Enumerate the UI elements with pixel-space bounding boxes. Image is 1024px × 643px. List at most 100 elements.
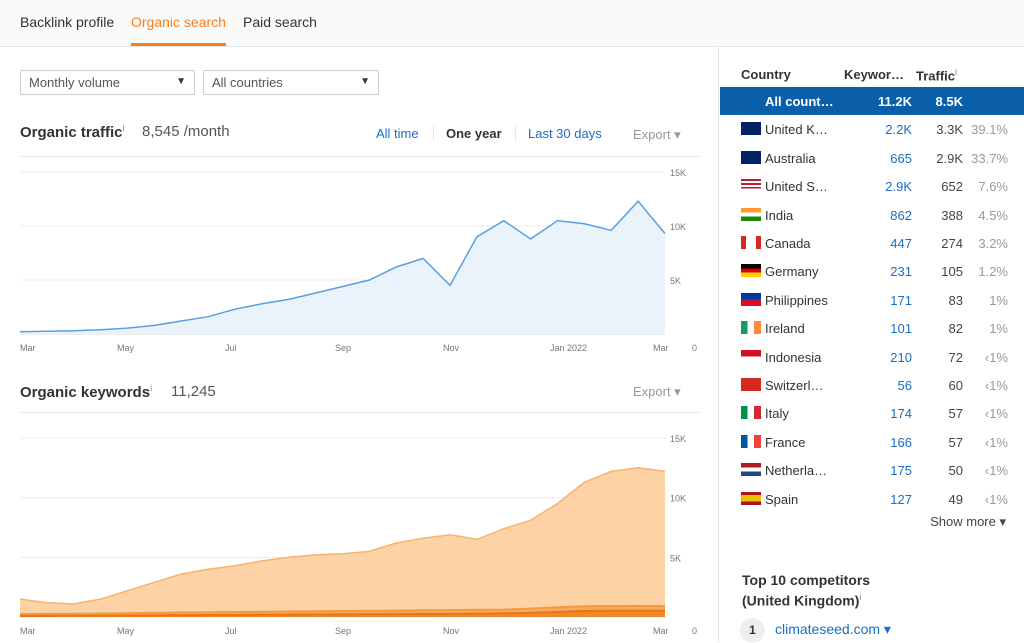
chevron-down-icon: ▼ bbox=[176, 76, 186, 87]
country-name: Ireland bbox=[765, 321, 805, 337]
info-icon[interactable]: i bbox=[150, 383, 152, 393]
country-select-value: All countries bbox=[212, 75, 283, 90]
country-keywords[interactable]: 127 bbox=[890, 492, 912, 507]
x-tick-label: Nov bbox=[443, 626, 460, 636]
country-traffic: 388 bbox=[941, 207, 963, 223]
x-tick-label: Mar bbox=[653, 626, 669, 636]
flag-es-icon bbox=[741, 491, 761, 505]
country-row[interactable]: Italy 174 57 ‹1% bbox=[720, 399, 1024, 427]
y-tick-label: 0 bbox=[692, 343, 697, 353]
col-traffic-label: Traffic bbox=[916, 68, 956, 84]
country-row[interactable]: Germany 231 105 1.2% bbox=[720, 257, 1024, 285]
x-tick-label: Sep bbox=[335, 626, 351, 636]
country-traffic-share: ‹1% bbox=[984, 349, 1008, 365]
country-keywords[interactable]: 862 bbox=[890, 208, 912, 223]
range-all-time[interactable]: All time bbox=[376, 126, 419, 141]
col-keywords[interactable]: Keywor… bbox=[844, 67, 904, 82]
flag-ca-icon bbox=[741, 236, 761, 249]
country-row[interactable]: Switzerl… 56 60 ‹1% bbox=[720, 371, 1024, 399]
show-more-button[interactable]: Show more ▾ bbox=[930, 514, 1006, 530]
country-name: India bbox=[765, 207, 794, 223]
country-name: Netherla… bbox=[765, 463, 828, 479]
country-traffic: 2.9K bbox=[936, 150, 963, 166]
country-row[interactable]: United K… 2.2K 3.3K 39.1% bbox=[720, 115, 1024, 143]
range-one-year[interactable]: One year bbox=[446, 126, 502, 141]
chevron-down-icon: ▼ bbox=[360, 76, 370, 87]
country-keywords[interactable]: 101 bbox=[890, 321, 912, 336]
country-keywords[interactable]: 665 bbox=[890, 151, 912, 166]
range-last-30-days[interactable]: Last 30 days bbox=[528, 126, 602, 141]
flag-ph-icon bbox=[741, 292, 761, 306]
country-select[interactable]: All countries ▼ bbox=[203, 70, 379, 95]
country-traffic: 3.3K bbox=[936, 122, 963, 138]
country-row[interactable]: Netherla… 175 50 ‹1% bbox=[720, 456, 1024, 484]
country-traffic-share: 4.5% bbox=[978, 207, 1008, 223]
countries-panel: Country Keywor… Traffici All count… 11.2K… bbox=[718, 47, 1024, 643]
country-traffic-share: 1% bbox=[989, 292, 1008, 308]
country-row[interactable]: India 862 388 4.5% bbox=[720, 201, 1024, 229]
x-tick-label: Jan 2022 bbox=[550, 343, 587, 353]
country-name: Italy bbox=[765, 406, 789, 422]
country-row[interactable]: Spain 127 49 ‹1% bbox=[720, 485, 1024, 513]
country-traffic: 83 bbox=[948, 292, 963, 308]
title-text: Organic traffic bbox=[20, 124, 123, 141]
country-keywords[interactable]: 447 bbox=[890, 236, 912, 251]
country-row[interactable]: United S… 2.9K 652 7.6% bbox=[720, 172, 1024, 200]
series-area bbox=[20, 201, 665, 334]
country-traffic-share: ‹1% bbox=[984, 434, 1008, 450]
tab-organic-search[interactable]: Organic search bbox=[131, 14, 226, 46]
y-tick-label: 10K bbox=[670, 222, 686, 232]
country-traffic: 49 bbox=[948, 491, 963, 507]
country-keywords[interactable]: 56 bbox=[898, 378, 912, 393]
info-icon[interactable]: i bbox=[859, 592, 861, 602]
country-row[interactable]: France 166 57 ‹1% bbox=[720, 428, 1024, 456]
country-name: United K… bbox=[765, 122, 828, 138]
title-text: Top 10 competitors bbox=[742, 572, 871, 588]
country-traffic-share: ‹1% bbox=[984, 491, 1008, 507]
y-tick-label: 10K bbox=[670, 494, 686, 504]
x-tick-label: Mar bbox=[653, 343, 669, 353]
country-keywords[interactable]: 175 bbox=[890, 463, 912, 478]
country-keywords[interactable]: 166 bbox=[890, 435, 912, 450]
country-row[interactable]: Ireland 101 82 1% bbox=[720, 314, 1024, 342]
country-keywords[interactable]: 2.9K bbox=[885, 179, 912, 194]
x-tick-label: May bbox=[117, 626, 135, 636]
country-keywords[interactable]: 174 bbox=[890, 406, 912, 421]
country-traffic: 60 bbox=[948, 378, 963, 393]
country-traffic-share: 1.2% bbox=[978, 264, 1008, 280]
export-keywords-button[interactable]: Export ▾ bbox=[633, 384, 681, 400]
country-row[interactable]: All count… 11.2K 8.5K bbox=[720, 87, 1024, 115]
country-row[interactable]: Philippines 171 83 1% bbox=[720, 286, 1024, 314]
country-row[interactable]: Canada 447 274 3.2% bbox=[720, 229, 1024, 257]
country-keywords[interactable]: 2.2K bbox=[885, 122, 912, 137]
info-icon[interactable]: i bbox=[955, 67, 957, 77]
col-traffic[interactable]: Traffici bbox=[916, 67, 957, 83]
tab-backlink-profile[interactable]: Backlink profile bbox=[20, 14, 114, 30]
flag-de-icon bbox=[741, 264, 761, 278]
volume-select[interactable]: Monthly volume ▼ bbox=[20, 70, 195, 95]
country-traffic: 72 bbox=[948, 349, 963, 365]
divider bbox=[20, 156, 700, 157]
country-name: France bbox=[765, 434, 806, 450]
country-keywords[interactable]: 231 bbox=[890, 264, 912, 279]
country-traffic: 50 bbox=[948, 463, 963, 479]
country-traffic: 82 bbox=[948, 321, 963, 337]
tab-paid-search[interactable]: Paid search bbox=[243, 14, 317, 30]
country-keywords[interactable]: 210 bbox=[890, 350, 912, 365]
country-traffic: 57 bbox=[948, 406, 963, 422]
country-row[interactable]: Australia 665 2.9K 33.7% bbox=[720, 144, 1024, 172]
country-traffic-share: 3.2% bbox=[978, 236, 1008, 251]
country-traffic-share: ‹1% bbox=[984, 463, 1008, 479]
country-traffic: 57 bbox=[948, 434, 963, 450]
country-row[interactable]: Indonesia 210 72 ‹1% bbox=[720, 343, 1024, 371]
organic-keywords-value: 11,245 bbox=[171, 383, 216, 400]
col-country[interactable]: Country bbox=[741, 67, 791, 82]
divider bbox=[515, 125, 516, 141]
country-traffic: 8.5K bbox=[935, 94, 963, 109]
info-icon[interactable]: i bbox=[123, 123, 125, 133]
country-traffic-share: ‹1% bbox=[984, 378, 1008, 393]
competitor-link[interactable]: climateseed.com ▾ bbox=[775, 621, 891, 638]
country-keywords[interactable]: 171 bbox=[890, 293, 912, 308]
export-traffic-button[interactable]: Export ▾ bbox=[633, 127, 681, 143]
country-keywords[interactable]: 11.2K bbox=[878, 94, 912, 109]
